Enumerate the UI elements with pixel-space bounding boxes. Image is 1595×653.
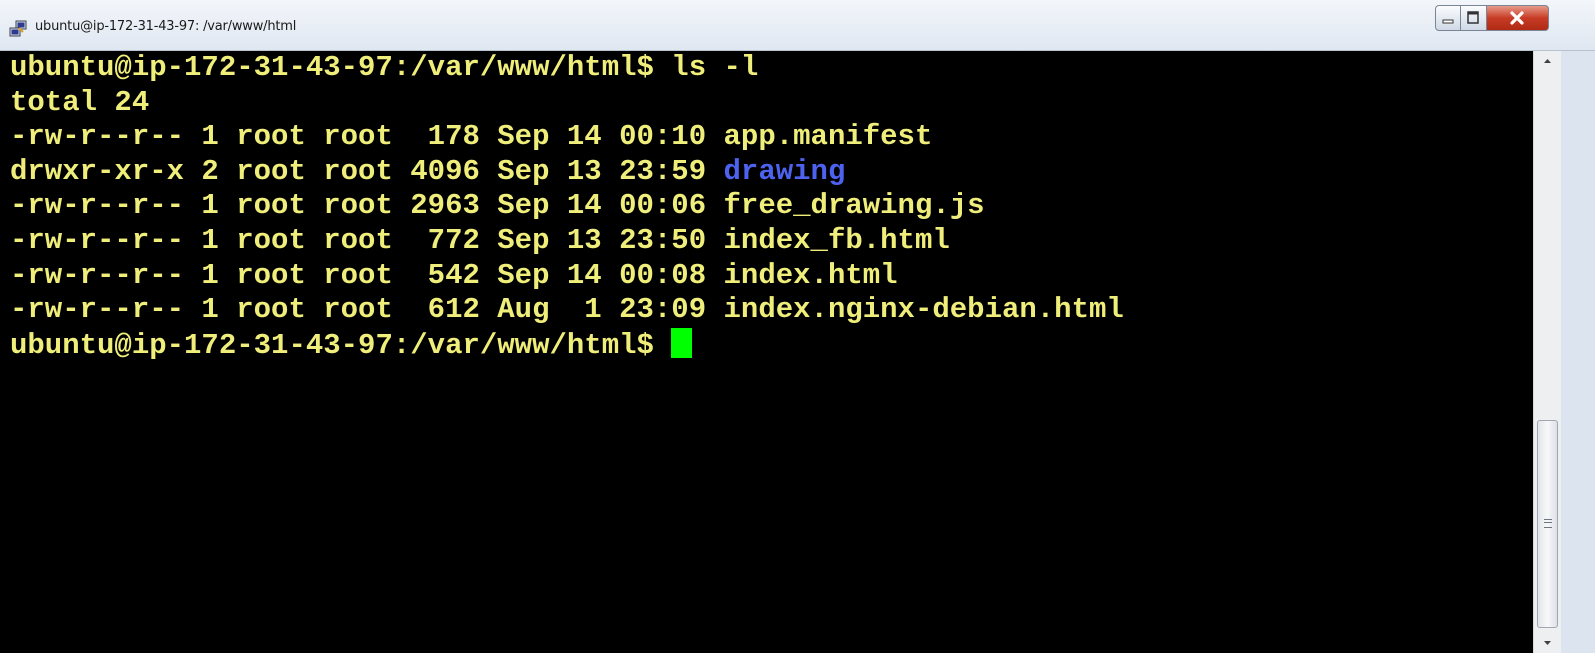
total-line: total 24 <box>10 85 150 119</box>
scrollbar-thumb[interactable] <box>1537 420 1558 628</box>
file-info: -rw-r--r-- 1 root root 612 Aug 1 23:09 <box>10 293 724 327</box>
file-name: index.html <box>723 258 898 292</box>
directory-name: drawing <box>723 154 846 188</box>
arrow-up-icon <box>1544 59 1551 63</box>
listing-row: drwxr-xr-x 2 root root 4096 Sep 13 23:59… <box>10 155 1533 190</box>
window-title: ubuntu@ip-172-31-43-97: /var/www/html <box>35 19 297 34</box>
terminal-window: ubuntu@ip-172-31-43-97: /var/www/html ub… <box>0 0 1595 653</box>
command-text: ls -l <box>653 51 759 84</box>
vertical-scrollbar[interactable] <box>1533 51 1561 653</box>
file-name: free_drawing.js <box>723 189 985 223</box>
grip-icon <box>1544 519 1552 528</box>
file-info: drwxr-xr-x 2 root root 4096 Sep 13 23:59 <box>10 154 724 188</box>
minimize-icon <box>1442 19 1454 24</box>
close-icon <box>1510 11 1524 25</box>
text-cursor[interactable] <box>671 327 693 358</box>
shell-prompt: ubuntu@ip-172-31-43-97:/var/www/html$ <box>10 328 672 362</box>
file-info: -rw-r--r-- 1 root root 542 Sep 14 00:08 <box>10 258 724 292</box>
listing-row: -rw-r--r-- 1 root root 542 Sep 14 00:08 … <box>10 259 1533 294</box>
terminal-output[interactable]: ubuntu@ip-172-31-43-97:/var/www/html$ ls… <box>0 51 1533 653</box>
listing-row: -rw-r--r-- 1 root root 612 Aug 1 23:09 i… <box>10 293 1533 328</box>
listing-row: -rw-r--r-- 1 root root 2963 Sep 14 00:06… <box>10 189 1533 224</box>
putty-icon[interactable] <box>9 20 28 38</box>
scroll-up-button[interactable] <box>1534 51 1561 71</box>
file-name: app.manifest <box>723 120 933 154</box>
listing-row: -rw-r--r-- 1 root root 772 Sep 13 23:50 … <box>10 224 1533 259</box>
shell-prompt: ubuntu@ip-172-31-43-97:/var/www/html$ <box>10 51 654 84</box>
scroll-down-button[interactable] <box>1534 633 1561 653</box>
minimize-button[interactable] <box>1435 5 1461 31</box>
title-bar[interactable]: ubuntu@ip-172-31-43-97: /var/www/html <box>0 0 1595 51</box>
listing-row: -rw-r--r-- 1 root root 178 Sep 14 00:10 … <box>10 120 1533 155</box>
maximize-button[interactable] <box>1461 5 1487 31</box>
file-name: index.nginx-debian.html <box>723 293 1124 327</box>
file-info: -rw-r--r-- 1 root root 772 Sep 13 23:50 <box>10 223 724 257</box>
command-line: ubuntu@ip-172-31-43-97:/var/www/html$ ls… <box>10 51 1533 86</box>
close-button[interactable] <box>1487 5 1549 31</box>
window-frame <box>1561 51 1595 653</box>
arrow-down-icon <box>1544 641 1551 645</box>
maximize-icon <box>1467 11 1479 24</box>
file-name: index_fb.html <box>723 223 950 257</box>
file-info: -rw-r--r-- 1 root root 2963 Sep 14 00:06 <box>10 189 724 223</box>
file-info: -rw-r--r-- 1 root root 178 Sep 14 00:10 <box>10 120 724 154</box>
current-prompt-line: ubuntu@ip-172-31-43-97:/var/www/html$ <box>10 327 1533 363</box>
